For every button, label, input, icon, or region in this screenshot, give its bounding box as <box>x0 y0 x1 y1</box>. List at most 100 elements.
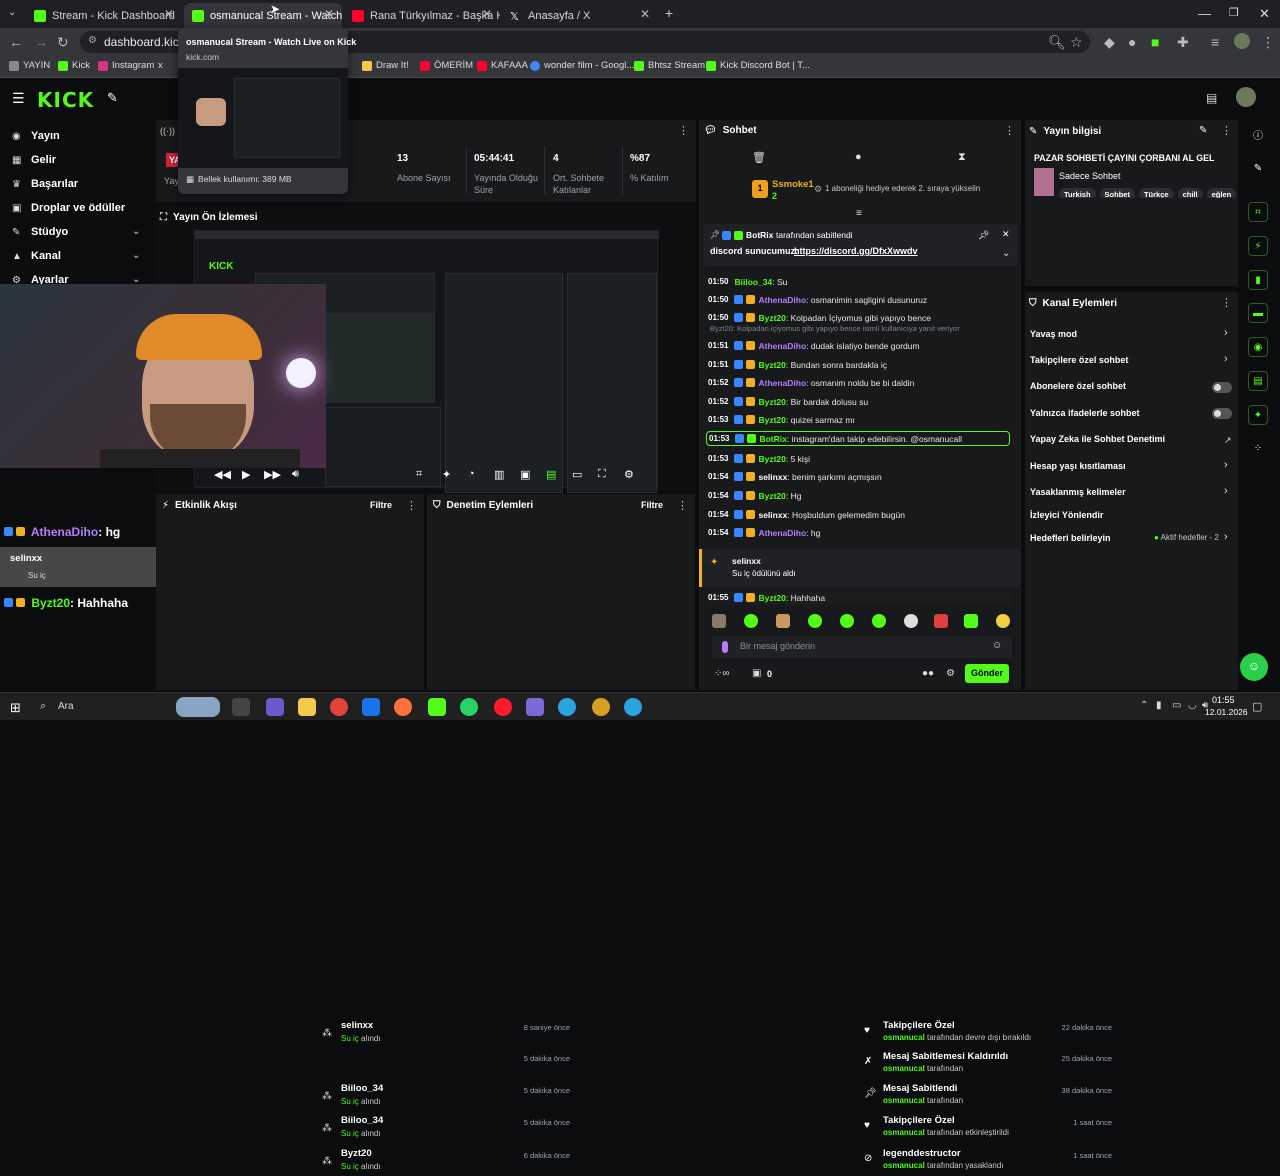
sidebar-item-yayin[interactable]: ◉ Yayın <box>12 130 60 142</box>
whatsapp-icon[interactable] <box>460 698 478 716</box>
subscribers-only-toggle[interactable] <box>1212 382 1232 393</box>
channel-action-row[interactable]: Yavaş mod <box>1030 329 1077 339</box>
media-icon[interactable]: ≡ <box>1211 34 1219 50</box>
emoji-icon[interactable]: ☺ <box>992 640 1002 651</box>
search-icon[interactable]: ⌕ <box>40 700 46 713</box>
fast-forward-icon[interactable]: ▶▶ <box>264 468 281 481</box>
trash-icon[interactable]: 🗑︎ <box>752 151 766 164</box>
back-icon[interactable]: ← <box>9 34 23 50</box>
bookmark-star-icon[interactable]: ☆ <box>1070 34 1083 51</box>
wrench-icon[interactable]: ✦ <box>1248 405 1268 425</box>
chrome-icon[interactable] <box>330 698 348 716</box>
chat-input[interactable]: Bir mesaj gönderin ☺ <box>712 636 1012 658</box>
sidebar-item-gelir[interactable]: ▦ Gelir <box>12 154 56 166</box>
unpin-icon[interactable]: 📌︎ <box>978 230 989 241</box>
mic-icon[interactable] <box>722 641 728 653</box>
emotes-only-toggle[interactable] <box>1212 408 1232 419</box>
taskbar-search[interactable]: Ara <box>58 701 74 712</box>
crop-icon[interactable]: ⌗ <box>416 468 422 481</box>
task-view-icon[interactable] <box>232 698 250 716</box>
pin-icon[interactable]: ✎ <box>107 90 118 106</box>
bookmark-item[interactable]: Draw It! <box>362 60 409 71</box>
chevron-right-icon[interactable]: › <box>1224 327 1228 339</box>
bookmark-item[interactable]: YAYIN <box>9 60 50 71</box>
sparkle-icon[interactable]: ✦ <box>442 468 451 481</box>
windows-start-icon[interactable]: ⊞ <box>10 700 21 716</box>
bookmark-item[interactable]: x <box>158 60 163 71</box>
timer-icon[interactable]: ◔ <box>468 468 475 480</box>
user-avatar[interactable] <box>1236 87 1256 107</box>
pip-icon[interactable]: ▣ <box>520 468 530 481</box>
zoom-icon[interactable]: 🔍︎ <box>1048 34 1066 51</box>
tab-watch-live[interactable]: osmanucal Stream - Watch Live ✕ <box>184 3 342 28</box>
tag-pill[interactable]: chill <box>1177 188 1203 198</box>
tab-search-icon[interactable]: ⌄ <box>8 7 16 18</box>
opera-icon[interactable] <box>494 698 512 716</box>
restore-icon[interactable]: ❐ <box>1229 6 1239 19</box>
file-explorer-icon[interactable] <box>298 698 316 716</box>
activity-filter-button[interactable]: Filtre <box>370 500 392 510</box>
kick-app-icon[interactable] <box>428 698 446 716</box>
telegram-icon[interactable] <box>558 698 576 716</box>
close-icon[interactable]: ✕ <box>640 7 650 21</box>
tray-chevron-icon[interactable]: ⌃ <box>1140 700 1148 711</box>
clock-time[interactable]: 01:55 <box>1212 695 1235 705</box>
chevron-right-icon[interactable]: › <box>1224 459 1228 471</box>
pinned-link[interactable]: https://discord.gg/DfxXwwdv <box>794 246 918 256</box>
tag-pill[interactable]: Türkçe <box>1138 188 1174 198</box>
copilot-icon[interactable] <box>266 698 284 716</box>
sidebar-item-droplar[interactable]: ▣ Droplar ve ödüller <box>12 202 125 214</box>
firefox-icon[interactable] <box>394 698 412 716</box>
info-icon[interactable]: ⓘ <box>1248 124 1268 144</box>
sidebar-item-studyo[interactable]: ✎ Stüdyo <box>12 226 68 238</box>
emote-icon[interactable] <box>712 614 726 628</box>
more-icon[interactable]: ⋮ <box>1221 124 1232 137</box>
chevron-right-icon[interactable]: › <box>1224 485 1228 497</box>
menu-icon[interactable]: ⋮ <box>1261 34 1275 51</box>
hamburger-menu-icon[interactable]: ☰ <box>12 90 25 107</box>
forward-icon[interactable]: → <box>34 34 48 50</box>
gift-box-icon[interactable]: ▣ <box>752 668 761 679</box>
send-button[interactable]: Gönder <box>965 664 1009 683</box>
puzzle-icon[interactable]: ✚ <box>1177 34 1189 51</box>
bookmark-item[interactable]: Instagram <box>98 60 154 71</box>
tag-pill[interactable]: Turkish <box>1059 188 1096 198</box>
studio-icon[interactable]: ▤ <box>1206 91 1217 105</box>
tag-pill[interactable]: eğlen <box>1206 188 1237 198</box>
sidebar-item-kanal[interactable]: ▲ Kanal <box>12 250 61 262</box>
group-icon[interactable]: ⁘ <box>1248 438 1268 458</box>
chevron-right-icon[interactable]: › <box>1224 531 1228 543</box>
points-icon[interactable]: ⁘∞ <box>714 668 730 679</box>
outlook-icon[interactable] <box>362 698 380 716</box>
wifi-icon[interactable]: ◡ <box>1188 700 1197 711</box>
broadcast-icon[interactable]: ◉ <box>1248 337 1268 357</box>
collapse-icon[interactable]: ≡ <box>856 208 862 219</box>
hourglass-icon[interactable]: ⧗ <box>958 151 966 164</box>
notification-icon[interactable]: ▢ <box>1252 700 1262 713</box>
channel-action-row[interactable]: Abonelere özel sohbet <box>1030 381 1126 391</box>
bookmark-item[interactable]: Kick Discord Bot | T... <box>706 60 810 71</box>
chat-mode-icon[interactable]: ● <box>855 151 862 163</box>
more-icon[interactable]: ⋮ <box>1004 124 1015 137</box>
more-icon[interactable]: ⋮ <box>677 499 688 512</box>
chat-settings-icon[interactable]: ⚙ <box>946 668 955 679</box>
telegram-icon[interactable] <box>624 698 642 716</box>
mic-icon[interactable]: ▮ <box>1156 700 1162 711</box>
emote-icon[interactable] <box>904 614 918 628</box>
external-link-icon[interactable]: ↗ <box>1224 435 1232 446</box>
bookmark-item[interactable]: KAFAAA <box>477 60 528 71</box>
tab-x[interactable]: 𝕏 Anasayfa / X ✕ <box>502 3 658 28</box>
tab-youtube[interactable]: Rana Türkyılmaz - Başka Hikaye ✕ <box>344 3 500 28</box>
sidebar-item-basarilar[interactable]: ♛ Başarılar <box>12 178 78 190</box>
channel-action-row[interactable]: Yalnızca ifadelerle sohbet <box>1030 408 1140 418</box>
chat-icon[interactable]: ▬ <box>1248 303 1268 323</box>
reload-icon[interactable]: ↻ <box>57 34 69 51</box>
profile-avatar[interactable] <box>1234 33 1250 49</box>
battery-icon[interactable]: ▭ <box>1172 700 1181 711</box>
emote-icon[interactable] <box>934 614 948 628</box>
emote-icon[interactable] <box>840 614 854 628</box>
extension-icon[interactable]: ◆ <box>1104 34 1115 51</box>
chat-users-icon[interactable]: ●● <box>922 668 934 679</box>
close-icon[interactable]: ✕ <box>164 7 174 21</box>
new-tab-icon[interactable]: + <box>665 5 673 21</box>
